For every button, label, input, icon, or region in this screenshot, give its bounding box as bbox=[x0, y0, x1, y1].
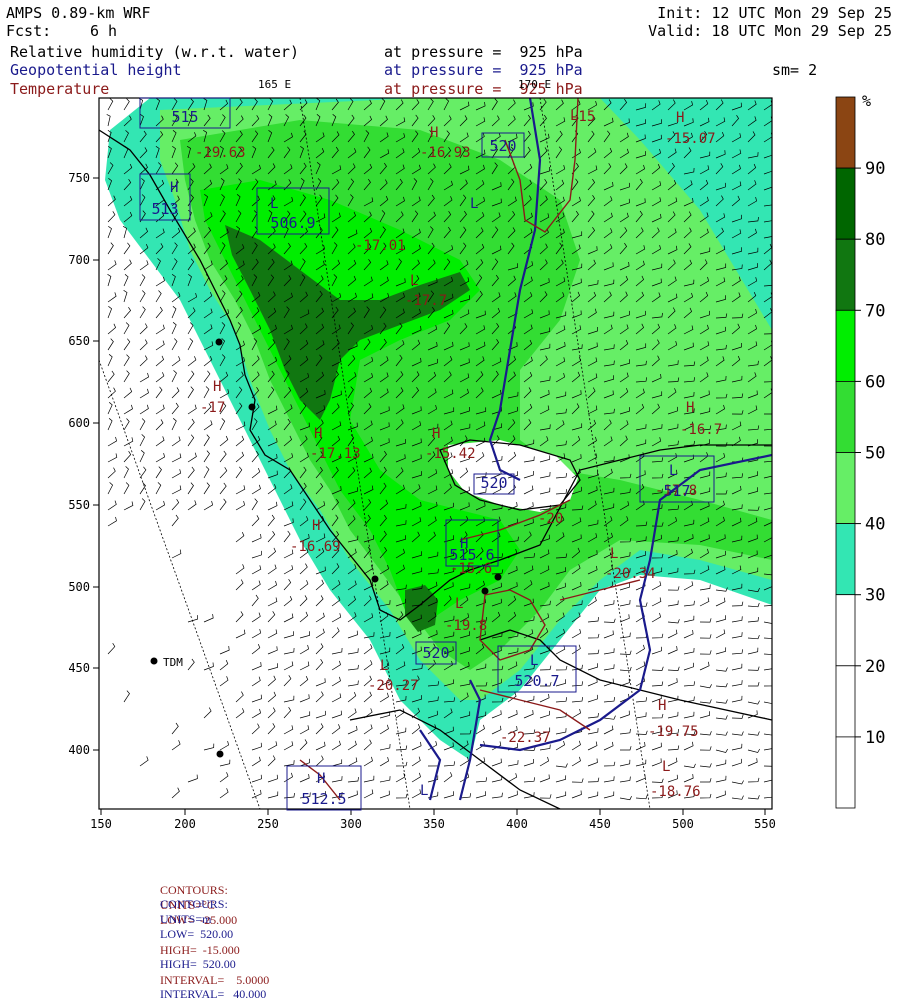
footer-height-low: LOW= 520.00 bbox=[160, 927, 234, 941]
low-marker: L bbox=[410, 273, 418, 289]
x-tick-label: 400 bbox=[506, 817, 528, 831]
low-marker: L bbox=[570, 108, 578, 124]
high-marker: H bbox=[317, 771, 325, 787]
colorbar-tick-label: 20 bbox=[865, 657, 885, 677]
colorbar-segment bbox=[835, 523, 856, 596]
footer-height-interval: INTERVAL= 40.000 bbox=[160, 987, 267, 1001]
x-tick-label: 300 bbox=[340, 817, 362, 831]
x-tick-label: 250 bbox=[257, 817, 279, 831]
x-tick-label: 550 bbox=[754, 817, 776, 831]
height-label: 512.5 bbox=[301, 790, 346, 808]
temp-label: -16.69 bbox=[290, 539, 341, 555]
footer-height-units: UNITS=m bbox=[160, 912, 212, 926]
temp-label: -18.76 bbox=[650, 784, 701, 800]
temp-label: -16.93 bbox=[420, 145, 471, 161]
low-marker: L bbox=[669, 463, 677, 479]
height-label: 520 bbox=[489, 137, 516, 155]
y-tick-label: 700 bbox=[68, 253, 90, 267]
footer-height-high: HIGH= 520.00 bbox=[160, 957, 236, 971]
temp-label: -16.7 bbox=[680, 422, 722, 438]
height-label: 520.7 bbox=[514, 672, 559, 690]
colorbar-tick-label: 90 bbox=[865, 159, 885, 179]
height-label: 515 bbox=[171, 108, 198, 126]
low-marker: L bbox=[420, 783, 428, 799]
station-label: TDM bbox=[163, 656, 183, 669]
temp-label: -17.7 bbox=[405, 293, 447, 309]
x-tick-label: 500 bbox=[672, 817, 694, 831]
y-tick-label: 600 bbox=[68, 416, 90, 430]
y-tick-label: 450 bbox=[68, 661, 90, 675]
high-marker: H bbox=[686, 400, 694, 416]
temp-label: -17.01 bbox=[355, 238, 406, 254]
colorbar-segment bbox=[835, 665, 856, 738]
y-tick-label: 550 bbox=[68, 498, 90, 512]
colorbar-tick-label: 60 bbox=[865, 372, 885, 392]
colorbar-segment bbox=[835, 309, 856, 382]
temp-label: -20 bbox=[538, 511, 563, 527]
colorbar-segment bbox=[835, 380, 856, 453]
temp-label: -15.07 bbox=[665, 131, 716, 147]
colorbar-segment bbox=[835, 96, 856, 169]
temp-label: -22.37 bbox=[500, 730, 551, 746]
y-tick-label: 500 bbox=[68, 580, 90, 594]
height-label: 506.9 bbox=[270, 214, 315, 232]
colorbar-tick-label: 10 bbox=[865, 728, 885, 748]
x-tick-label: 450 bbox=[589, 817, 611, 831]
low-marker: L bbox=[470, 196, 478, 212]
footer-height: CONTOURS: UNITS=m LOW= 520.00 HIGH= 520.… bbox=[154, 882, 266, 1002]
height-label: 513 bbox=[151, 200, 178, 218]
height-label: 515.6 bbox=[449, 546, 494, 564]
temp-label: -19.8 bbox=[445, 618, 487, 634]
temp-label: -20.27 bbox=[368, 678, 419, 694]
high-marker: H bbox=[658, 698, 666, 714]
low-marker: L bbox=[270, 196, 278, 212]
height-label: 517 bbox=[663, 482, 690, 500]
high-marker: H bbox=[430, 125, 438, 141]
colorbar-segment bbox=[835, 167, 856, 240]
y-tick-label: 650 bbox=[68, 334, 90, 348]
temp-label: -20.34 bbox=[605, 566, 656, 582]
colorbar-segment bbox=[835, 594, 856, 667]
temp-label: -19.75 bbox=[648, 724, 699, 740]
temp-label: -17 bbox=[200, 400, 225, 416]
height-label: 520 bbox=[480, 474, 507, 492]
low-marker: L bbox=[610, 546, 618, 562]
high-marker: H bbox=[676, 110, 684, 126]
high-marker: H bbox=[170, 180, 178, 196]
x-axis: 150 200 250 300 350 400 450 500 550 bbox=[90, 809, 776, 831]
high-marker: H bbox=[312, 518, 320, 534]
map-canvas: 150 200 250 300 350 400 450 500 550 400 450 500 550… bbox=[68, 92, 885, 831]
high-marker: H bbox=[213, 379, 221, 395]
low-marker: L bbox=[455, 596, 463, 612]
colorbar-tick-label: 50 bbox=[865, 444, 885, 464]
colorbar-segment bbox=[835, 238, 856, 311]
colorbar-tick-label: 70 bbox=[865, 301, 885, 321]
x-tick-label: 200 bbox=[174, 817, 196, 831]
low-marker: L bbox=[530, 653, 538, 669]
temp-label: -15.42 bbox=[425, 446, 476, 462]
high-marker: H bbox=[314, 426, 322, 442]
y-tick-label: 400 bbox=[68, 743, 90, 757]
y-axis: 400 450 500 550 600 650 700 750 bbox=[68, 171, 99, 757]
colorbar-segment bbox=[835, 452, 856, 524]
x-tick-label: 150 bbox=[90, 817, 112, 831]
high-marker: H bbox=[460, 536, 468, 552]
temp-label: -17.13 bbox=[310, 446, 361, 462]
low-marker: L bbox=[662, 759, 670, 775]
colorbar-tick-label: 80 bbox=[865, 230, 885, 250]
x-tick-label: 350 bbox=[423, 817, 445, 831]
colorbar-tick-label: 40 bbox=[865, 515, 885, 535]
height-label: 520 bbox=[422, 644, 449, 662]
footer-height-label: CONTOURS: bbox=[160, 897, 228, 911]
high-marker: H bbox=[432, 426, 440, 442]
colorbar-tick-label: 30 bbox=[865, 586, 885, 606]
colorbar-unit: % bbox=[862, 92, 871, 110]
temp-label: -19.63 bbox=[195, 145, 246, 161]
colorbar-segment bbox=[835, 736, 856, 809]
low-marker: L bbox=[380, 658, 388, 674]
y-tick-label: 750 bbox=[68, 171, 90, 185]
colorbar: 10 20 30 40 50 60 70 80 90 bbox=[835, 96, 885, 809]
